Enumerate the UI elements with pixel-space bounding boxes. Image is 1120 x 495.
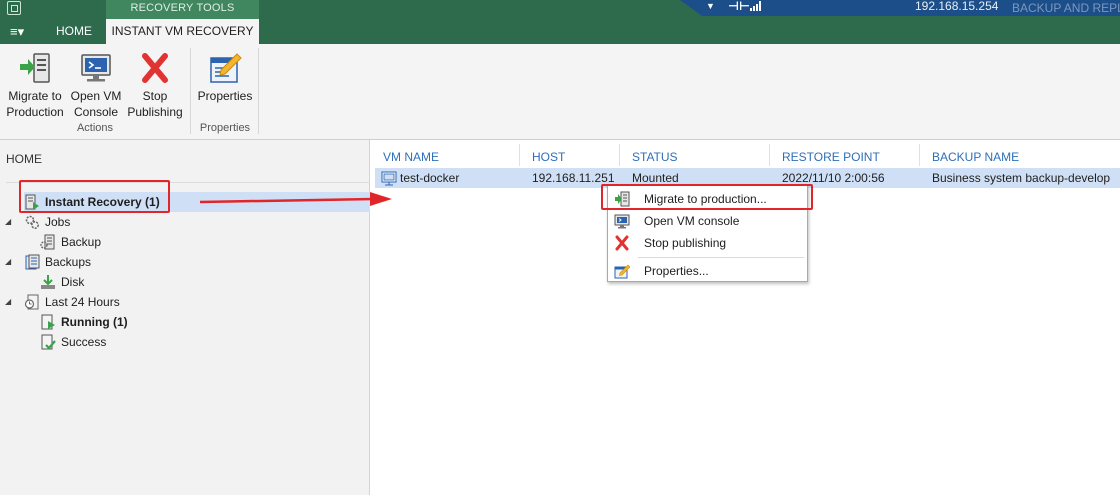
properties-label: Properties — [197, 89, 253, 103]
ribbon-group-separator — [258, 48, 259, 134]
running-icon — [41, 314, 55, 330]
tree-item-label: Success — [61, 335, 107, 349]
tree-item-disk[interactable]: Disk — [40, 272, 160, 292]
annotation-highlight-migrate-menu-item — [601, 184, 813, 210]
actions-group-label: Actions — [76, 122, 114, 134]
navigation-title: HOME — [6, 152, 42, 166]
migrate-icon — [20, 53, 50, 83]
disk-icon — [41, 275, 55, 289]
tree-item-label: Running (1) — [61, 315, 128, 329]
properties-icon — [614, 264, 630, 279]
tree-item-success[interactable]: Success — [40, 332, 180, 352]
open-vm-console-label: Open VM Console — [70, 89, 122, 119]
plug-icon: ⊣⊢ — [728, 0, 750, 13]
expander-last-24-hours-icon[interactable]: ◢ — [5, 292, 11, 312]
connection-dropdown-icon[interactable]: ▼ — [706, 0, 715, 13]
menu-item-label: Properties... — [644, 264, 709, 278]
title-bar: RECOVERY TOOLS ≡▾ HOME INSTANT VM RECOVE… — [0, 0, 1120, 44]
annotation-highlight-instant-recovery — [19, 180, 170, 213]
annotation-arrow-icon — [199, 192, 392, 206]
product-name: BACKUP AND REPLICATION — [1012, 1, 1120, 15]
tree-item-backups[interactable]: Backups — [24, 252, 144, 272]
server-address: 192.168.15.254 — [915, 0, 999, 13]
column-header-backup-name[interactable]: BACKUP NAME — [932, 147, 1019, 167]
vm-icon — [381, 171, 397, 186]
vm-console-icon — [614, 214, 630, 229]
backup-job-icon — [40, 234, 55, 250]
cell-vm-name: test-docker — [400, 171, 460, 185]
last-24-hours-icon — [24, 294, 39, 310]
column-header-vm-name[interactable]: VM NAME — [383, 147, 439, 167]
column-divider[interactable] — [769, 144, 770, 166]
tab-instant-vm-recovery[interactable]: INSTANT VM RECOVERY — [106, 19, 259, 44]
tab-home[interactable]: HOME — [42, 19, 106, 44]
context-tab-label: RECOVERY TOOLS — [106, 0, 259, 19]
vm-console-icon — [81, 54, 111, 82]
expander-jobs-icon[interactable]: ◢ — [5, 212, 11, 232]
properties-group-label: Properties — [199, 122, 251, 134]
stop-red-x-icon — [615, 235, 629, 251]
column-header-host[interactable]: HOST — [532, 147, 565, 167]
tree-item-label: Last 24 Hours — [45, 295, 120, 309]
app-logo-icon — [7, 1, 21, 15]
properties-button[interactable]: Properties — [196, 50, 254, 104]
open-vm-console-button[interactable]: Open VM Console — [69, 50, 123, 120]
column-header-restore-point[interactable]: RESTORE POINT — [782, 147, 880, 167]
column-divider[interactable] — [919, 144, 920, 166]
ribbon: Migrate to Production Open VM Console St… — [0, 44, 1120, 140]
signal-icon — [750, 1, 762, 11]
tree-item-label: Disk — [61, 275, 85, 289]
migrate-to-production-label: Migrate to Production — [6, 89, 64, 119]
menu-separator — [638, 257, 804, 258]
cell-backup-name: Business system backup-develop — [932, 171, 1111, 185]
tree-item-jobs[interactable]: Jobs — [24, 212, 144, 232]
tree-item-label: Backup — [61, 235, 102, 249]
backups-icon — [25, 254, 40, 270]
jobs-gear-icon — [25, 215, 40, 230]
stop-publishing-label: Stop Publishing — [127, 89, 183, 119]
menu-item-open-vm-console[interactable]: Open VM console — [611, 210, 806, 232]
expander-backups-icon[interactable]: ◢ — [5, 252, 11, 272]
column-header-status[interactable]: STATUS — [632, 147, 678, 167]
menu-item-label: Stop publishing — [644, 236, 727, 250]
menu-item-properties[interactable]: Properties... — [611, 260, 806, 282]
stop-red-x-icon — [142, 53, 168, 83]
menu-item-stop-publishing[interactable]: Stop publishing — [611, 232, 806, 254]
tree-item-label: Jobs — [45, 215, 71, 229]
tree-item-last-24-hours[interactable]: Last 24 Hours — [24, 292, 164, 312]
success-icon — [41, 334, 56, 350]
ribbon-group-separator — [190, 48, 191, 134]
column-divider[interactable] — [619, 144, 620, 166]
column-divider[interactable] — [519, 144, 520, 166]
tree-item-label: Backups — [45, 255, 92, 269]
tree-item-backup[interactable]: Backup — [40, 232, 160, 252]
stop-publishing-button[interactable]: Stop Publishing — [126, 50, 184, 120]
main-menu-button[interactable]: ≡▾ — [0, 19, 42, 44]
menu-item-label: Open VM console — [644, 214, 740, 228]
tree-item-running[interactable]: Running (1) — [40, 312, 180, 332]
migrate-to-production-button[interactable]: Migrate to Production — [4, 50, 66, 120]
properties-icon — [210, 53, 242, 83]
